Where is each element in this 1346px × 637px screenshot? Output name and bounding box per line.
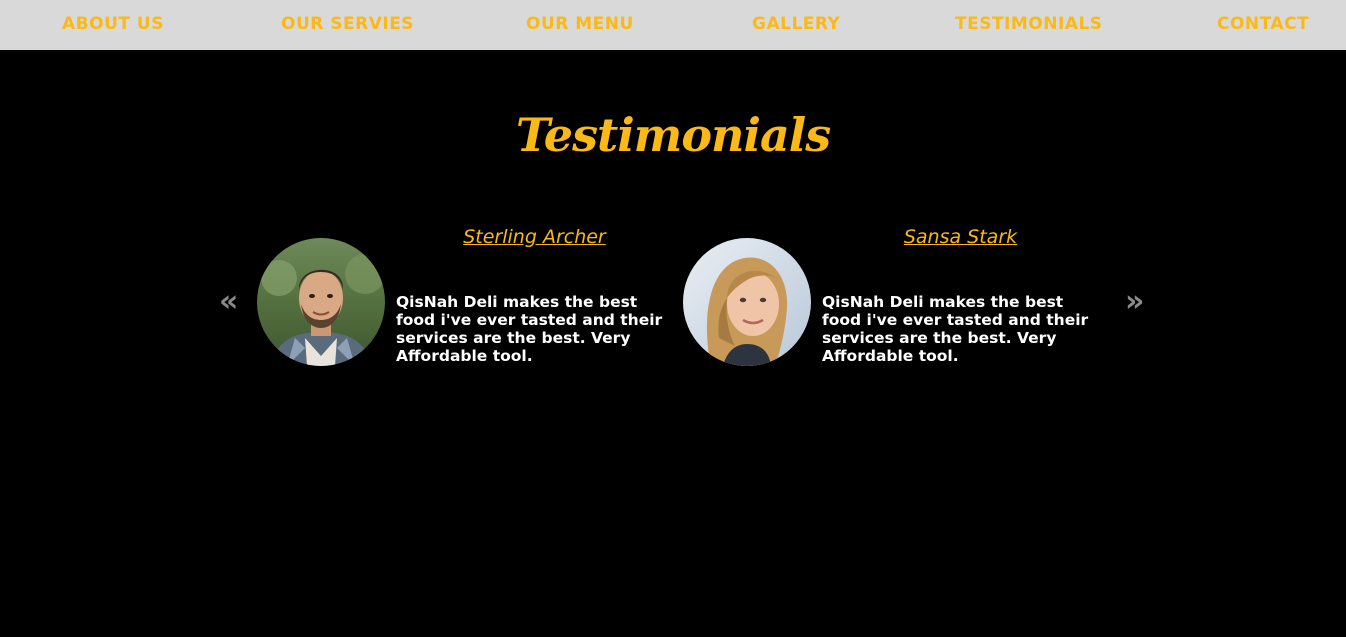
nav-link-gallery[interactable]: GALLERY (752, 14, 840, 34)
nav-link-our-services[interactable]: OUR SERVIES (281, 14, 414, 34)
testimonial-quote: QisNah Deli makes the best food i've eve… (822, 293, 1089, 365)
testimonial-author-link[interactable]: Sterling Archer (396, 226, 673, 248)
carousel-next-icon[interactable]: » (1125, 287, 1144, 317)
avatar-man-image (257, 238, 385, 366)
testimonial-quote: QisNah Deli makes the best food i've eve… (396, 293, 663, 365)
testimonial-card: Sterling Archer QisNah Deli makes the be… (257, 224, 677, 366)
testimonial-card: Sansa Stark QisNah Deli makes the best f… (683, 224, 1103, 366)
carousel-prev-icon[interactable]: « (219, 287, 238, 317)
nav-link-about-us[interactable]: ABOUT US (62, 14, 164, 34)
testimonial-author-link[interactable]: Sansa Stark (822, 226, 1099, 248)
nav-link-testimonials[interactable]: TESTIMONIALS (955, 14, 1103, 34)
nav-link-our-menu[interactable]: OUR MENU (526, 14, 634, 34)
nav-link-contact[interactable]: CONTACT (1217, 14, 1309, 34)
avatar-woman-image (683, 238, 811, 366)
avatar (683, 238, 811, 366)
testimonials-section: Testimonials « Sterling Archer QisNah De… (0, 50, 1346, 637)
avatar (257, 238, 385, 366)
section-title: Testimonials (515, 108, 831, 162)
top-navigation-bar: ABOUT US OUR SERVIES OUR MENU GALLERY TE… (0, 0, 1346, 50)
